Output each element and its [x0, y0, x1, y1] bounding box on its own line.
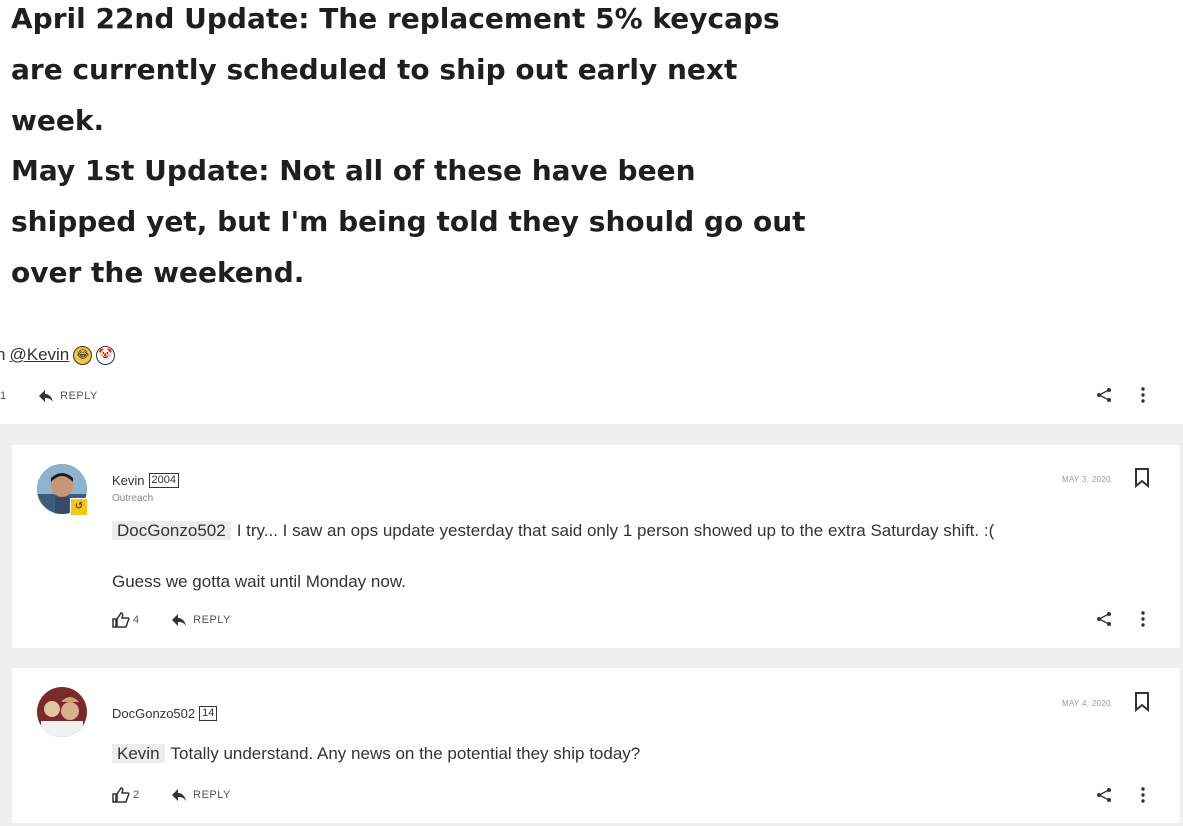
reply-button[interactable]: REPLY — [171, 788, 231, 802]
mention-chip[interactable]: DocGonzo502 — [112, 521, 231, 540]
more-vertical-icon[interactable] — [1136, 610, 1150, 628]
reply-arrow-icon — [172, 789, 187, 801]
comment-right-actions — [1096, 786, 1150, 804]
post-body: April 22nd Update: The replacement 5% ke… — [0, 0, 1183, 424]
thumbs-up-icon — [112, 612, 130, 628]
share-icon[interactable] — [1096, 611, 1112, 627]
reply-button[interactable]: REPLY — [171, 613, 231, 627]
update-may-1: May 1st Update: Not all of these have be… — [11, 154, 806, 289]
author-name[interactable]: Kevin — [112, 473, 145, 488]
comment-text-line1: DocGonzo502 I try... I saw an ops update … — [112, 521, 994, 541]
post-footer-mention: n @Kevin 😂 🤡 — [0, 345, 116, 365]
comment-card-kevin: ↺ Kevin 2004 Outreach MAY 3, 2020 DocGon… — [12, 445, 1180, 648]
clown-emoji-icon: 🤡 — [96, 345, 116, 365]
post-right-actions — [1096, 386, 1150, 404]
comment-text-line1: Kevin Totally understand. Any news on the… — [112, 744, 640, 764]
author-role: Outreach — [112, 493, 154, 504]
post-reply-button[interactable]: REPLY — [38, 389, 98, 403]
post-like-count: 1 — [0, 390, 7, 402]
share-icon[interactable] — [1096, 387, 1112, 403]
comment-actions: 4 REPLY — [112, 612, 231, 628]
comment-body: I try... I saw an ops update yesterday t… — [236, 521, 995, 540]
post-actions: 1 REPLY — [0, 389, 98, 403]
rolling-laughing-emoji-icon: 😂 — [73, 345, 93, 365]
like-button[interactable]: 2 — [112, 787, 139, 803]
bookmark-icon[interactable] — [1134, 468, 1150, 488]
author-score: 2004 — [148, 473, 180, 488]
author-name[interactable]: DocGonzo502 — [112, 706, 195, 721]
like-count: 2 — [133, 789, 140, 801]
mention-chip[interactable]: Kevin — [112, 744, 165, 763]
more-vertical-icon[interactable] — [1136, 786, 1150, 804]
mention-prefix: n — [0, 345, 6, 364]
avatar[interactable] — [37, 687, 87, 737]
reply-label: REPLY — [193, 789, 231, 801]
mention-link-kevin[interactable]: @Kevin — [9, 345, 69, 365]
avatar-photo-icon — [37, 687, 87, 737]
reply-arrow-icon — [172, 614, 187, 626]
post-reply-label: REPLY — [60, 390, 98, 402]
comment-right-actions — [1096, 610, 1150, 628]
comment-actions: 2 REPLY — [112, 787, 231, 803]
reply-arrow-icon — [39, 390, 54, 402]
staff-badge-icon: ↺ — [70, 498, 88, 516]
more-vertical-icon[interactable] — [1136, 386, 1150, 404]
share-icon[interactable] — [1096, 787, 1112, 803]
comment-text-line2: Guess we gotta wait until Monday now. — [112, 572, 406, 591]
reply-label: REPLY — [193, 614, 231, 626]
author-score: 14 — [199, 706, 218, 721]
bookmark-icon[interactable] — [1134, 692, 1150, 712]
comment-author[interactable]: DocGonzo502 14 — [112, 706, 218, 721]
like-count: 4 — [133, 614, 140, 626]
update-april-22: April 22nd Update: The replacement 5% ke… — [11, 2, 780, 137]
comment-body: Totally understand. Any news on the pote… — [170, 744, 641, 763]
comment-author[interactable]: Kevin 2004 — [112, 473, 180, 488]
like-button[interactable]: 4 — [112, 612, 139, 628]
comment-card-docgonzo502: DocGonzo502 14 MAY 4, 2020 Kevin Totally … — [12, 668, 1180, 823]
comment-date: MAY 4, 2020 — [1062, 699, 1111, 708]
thumbs-up-icon — [112, 787, 130, 803]
comment-date: MAY 3, 2020 — [1062, 475, 1111, 484]
